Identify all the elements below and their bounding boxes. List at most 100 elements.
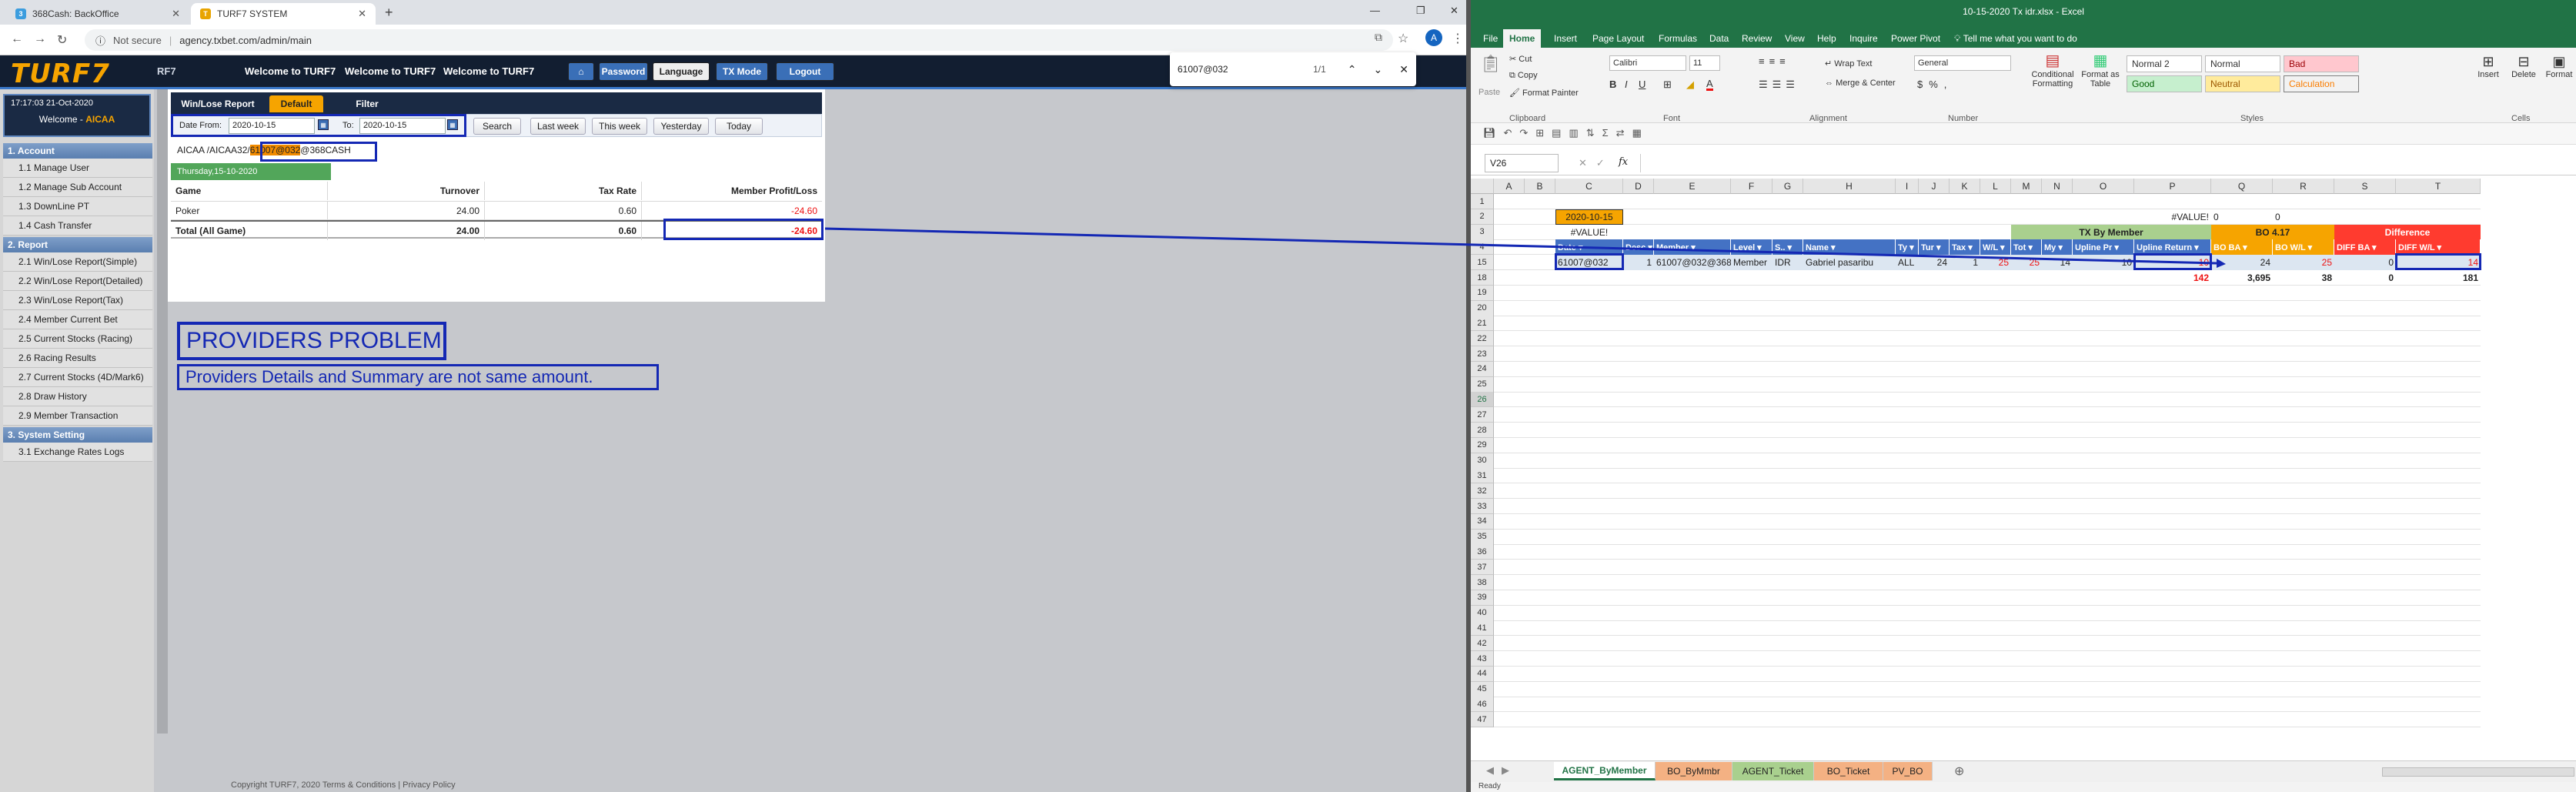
font-color-icon[interactable]: A [1706,79,1713,91]
column-header-b[interactable]: B [1525,179,1555,194]
column-header-p[interactable]: P [2134,179,2211,194]
add-sheet-icon[interactable]: ⊕ [1954,764,1964,779]
ribbon-tab-insert[interactable]: Insert [1548,29,1583,48]
row-header-37[interactable]: 37 [1471,560,1494,576]
data-row15-d[interactable]: 1 [1623,255,1654,271]
sheet-tab-pv-bo[interactable]: PV_BO [1883,762,1933,780]
header-k[interactable]: Tax ▾ [1950,239,1980,256]
cell-c2[interactable]: 2020-10-15 [1555,209,1623,225]
formula-input[interactable] [1640,154,2571,172]
cell-s18[interactable]: 0 [2334,270,2396,286]
formula-buttons[interactable]: ✕✓ [1579,157,1614,169]
row-header-39[interactable]: 39 [1471,590,1494,606]
sidebar-item-downline-pt[interactable]: 1.3 DownLine PT [3,197,152,216]
column-header-o[interactable]: O [2073,179,2134,194]
header-q[interactable]: BO BA ▾ [2211,239,2273,256]
cell-q18[interactable]: 3,695 [2211,270,2273,286]
header-e[interactable]: Member ▾ [1654,239,1731,256]
spreadsheet-grid[interactable]: A B C D E F G H I J K L M N O P Q R S T 1 2 3 4 15 18 19 20 21 22 23 24… [1471,179,2576,760]
row-header-27[interactable]: 27 [1471,407,1494,423]
sidebar-item-manage-user[interactable]: 1.1 Manage User [3,159,152,178]
tab-default[interactable]: Default [269,95,323,112]
column-header-c[interactable]: C [1555,179,1623,194]
yesterday-button[interactable]: Yesterday [653,118,709,135]
forward-icon[interactable]: → [34,32,46,46]
sheet-tab-agent-bymember[interactable]: AGENT_ByMember [1554,762,1656,780]
back-icon[interactable]: ← [11,32,23,46]
column-header-g[interactable]: G [1772,179,1803,194]
column-header-s[interactable]: S [2334,179,2396,194]
tell-me-box[interactable]: 💡︎ Tell me what you want to do [1948,29,2083,48]
row-header-31[interactable]: 31 [1471,468,1494,484]
row-header-40[interactable]: 40 [1471,605,1494,621]
select-all-corner[interactable] [1471,179,1494,194]
row-header-44[interactable]: 44 [1471,666,1494,682]
sheet-tab-bo-bymmbr[interactable]: BO_ByMmbr [1656,762,1732,780]
column-header-i[interactable]: I [1896,179,1919,194]
row-header-22[interactable]: 22 [1471,331,1494,347]
screenshot-icon[interactable]: ⧉ [1375,31,1382,44]
format-cells-button[interactable]: ▣ Format [2542,54,2576,79]
sidebar-section-report[interactable]: 2. Report [3,237,152,252]
ribbon-tab-file[interactable]: File [1477,29,1504,48]
ribbon-tab-help[interactable]: Help [1811,29,1843,48]
column-header-e[interactable]: E [1654,179,1731,194]
row-header-23[interactable]: 23 [1471,346,1494,362]
data-row15-m[interactable]: 25 [2011,255,2042,271]
menu-dots-icon[interactable]: ⋮ [1452,31,1464,46]
wrap-text-button[interactable]: ↵ Wrap Text [1825,58,1872,69]
align-left-icons[interactable]: ☰☰☰ [1759,79,1799,91]
data-row15-h[interactable]: Gabriel pasaribu [1803,255,1896,271]
row-header-42[interactable]: 42 [1471,636,1494,652]
maximize-icon[interactable]: ❐ [1416,5,1425,17]
column-header-t[interactable]: T [2396,179,2481,194]
row-header-29[interactable]: 29 [1471,437,1494,453]
font-name-select[interactable]: Calibri [1609,55,1686,71]
data-row15-i[interactable]: ALL [1896,255,1919,271]
quick-access-icons[interactable]: 💾︎↶↷⊞▤▥⇅Σ⇄▦ [1483,127,1649,139]
row-header-1[interactable]: 1 [1471,194,1494,209]
row-header-33[interactable]: 33 [1471,499,1494,514]
cut-button[interactable]: ✂ Cut [1509,54,1532,64]
row-header-43[interactable]: 43 [1471,651,1494,667]
cell-p18[interactable]: 142 [2134,270,2211,286]
style-good[interactable]: Good [2127,75,2202,92]
ribbon-tab-power-pivot[interactable]: Power Pivot [1885,29,1946,48]
new-tab-icon[interactable]: + [385,5,393,21]
conditional-formatting-button[interactable]: ▤ Conditional Formatting [2030,51,2076,89]
cell-r18[interactable]: 38 [2273,270,2334,286]
row-header-4[interactable]: 4 [1471,239,1494,256]
sidebar-item-winlose-detailed[interactable]: 2.2 Win/Lose Report(Detailed) [3,272,152,291]
data-row15-o[interactable]: 10 [2073,255,2134,271]
find-prev-icon[interactable]: ⌃ [1348,63,1357,76]
paste-button[interactable]: Paste [1478,88,1500,97]
header-l[interactable]: W/L ▾ [1980,239,2011,256]
data-row15-r[interactable]: 25 [2273,255,2334,271]
table-row[interactable]: Poker 24.00 0.60 -24.60 [171,202,822,220]
header-s[interactable]: DIFF BA ▾ [2334,239,2396,256]
cell-p2[interactable]: #VALUE! [2134,209,2211,225]
this-week-button[interactable]: This week [592,118,647,135]
copy-button[interactable]: ⧉ Copy [1509,71,1538,81]
ribbon-tab-formulas[interactable]: Formulas [1652,29,1703,48]
cell-q2[interactable]: 0 [2211,209,2273,225]
borders-icon[interactable]: ⊞ [1663,79,1672,91]
column-header-j[interactable]: J [1919,179,1950,194]
sidebar-item-current-stocks-4d[interactable]: 2.7 Current Stocks (4D/Mark6) [3,368,152,387]
horizontal-scrollbar[interactable] [2382,767,2574,777]
sidebar-item-winlose-simple[interactable]: 2.1 Win/Lose Report(Simple) [3,252,152,272]
row-header-20[interactable]: 20 [1471,300,1494,316]
ribbon-tab-inquire[interactable]: Inquire [1843,29,1884,48]
column-header-m[interactable]: M [2011,179,2042,194]
header-d[interactable]: Desc ▾ [1623,239,1654,256]
column-header-k[interactable]: K [1950,179,1980,194]
column-header-a[interactable]: A [1494,179,1525,194]
browser-tab-backoffice[interactable]: 3 368Cash: BackOffice ✕ [6,3,189,25]
column-header-h[interactable]: H [1803,179,1896,194]
sidebar-section-account[interactable]: 1. Account [3,143,152,159]
style-normal2[interactable]: Normal 2 [2127,55,2202,72]
header-j[interactable]: Tur ▾ [1919,239,1950,256]
sidebar-item-exchange-rates-logs[interactable]: 3.1 Exchange Rates Logs [3,443,152,462]
sidebar-item-member-current-bet[interactable]: 2.4 Member Current Bet [3,310,152,329]
ribbon-tab-home[interactable]: Home [1503,29,1542,48]
